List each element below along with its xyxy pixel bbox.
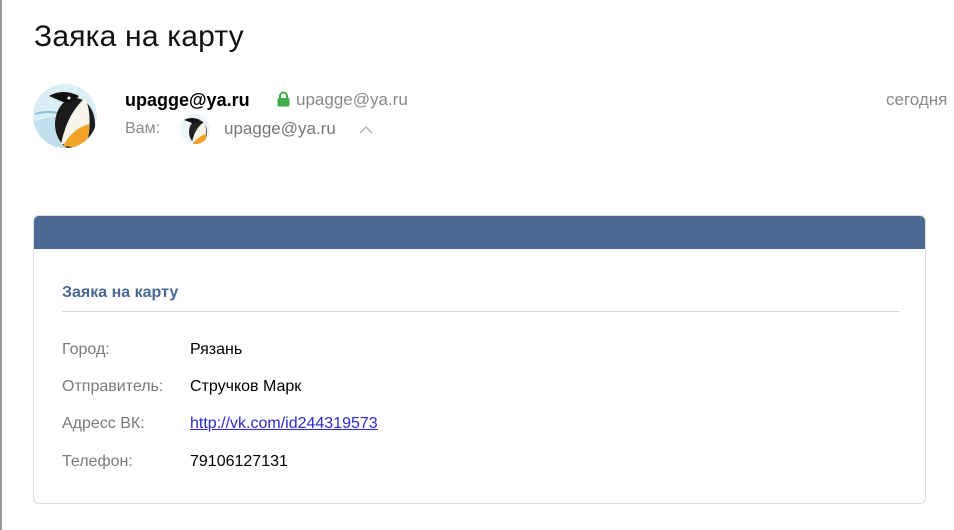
recipient-address[interactable]: upagge@ya.ru: [224, 118, 336, 140]
lock-icon: [277, 91, 290, 107]
card-title: Заяка на карту: [62, 284, 179, 301]
sender-address[interactable]: upagge@ya.ru: [296, 89, 408, 111]
card-divider: [62, 311, 900, 312]
card-header-bar: [34, 216, 925, 249]
field-label-city: Город:: [62, 341, 110, 358]
field-label-sender: Отправитель:: [62, 378, 164, 395]
recipient-avatar[interactable]: [180, 114, 210, 144]
sender-avatar[interactable]: [33, 84, 97, 148]
email-date: сегодня: [886, 90, 948, 109]
window-edge: [0, 0, 2, 530]
penguin-avatar-icon: [180, 114, 210, 144]
field-value-sender: Стручков Марк: [190, 378, 302, 395]
recipient-label: Вам:: [125, 120, 161, 137]
sender-name[interactable]: upagge@ya.ru: [125, 89, 250, 111]
field-label-phone: Телефон:: [62, 453, 133, 470]
email-subject: Заяка на карту: [34, 20, 244, 53]
penguin-avatar-icon: [33, 84, 97, 148]
vk-profile-link[interactable]: http://vk.com/id244319573: [190, 414, 378, 434]
chevron-up-icon[interactable]: [358, 124, 374, 134]
field-value-phone: 79106127131: [190, 453, 288, 470]
field-value-city: Рязань: [190, 341, 243, 358]
field-label-vk: Адресс ВК:: [62, 415, 145, 432]
message-card: Заяка на карту Город: Рязань Отправитель…: [33, 215, 926, 504]
